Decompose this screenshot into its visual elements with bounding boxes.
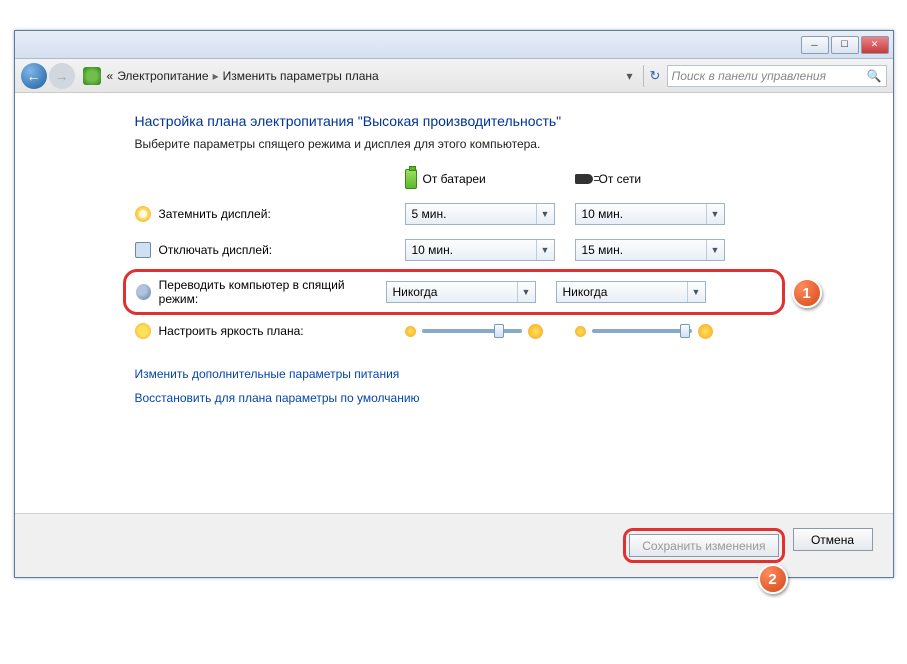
turn-off-display-plugged-dropdown[interactable]: 15 мин.▼	[575, 239, 725, 261]
sleep-label: Переводить компьютер в спящий режим:	[136, 278, 376, 306]
brightness-battery-slider[interactable]	[405, 324, 565, 339]
control-panel-window: ─ ☐ ✕ ← → « Электропитание ▸ Изменить па…	[14, 30, 894, 578]
navigation-bar: ← → « Электропитание ▸ Изменить параметр…	[15, 59, 893, 93]
dim-display-label: Затемнить дисплей:	[135, 206, 395, 222]
battery-icon	[405, 169, 417, 189]
advanced-settings-link[interactable]: Изменить дополнительные параметры питани…	[135, 367, 773, 381]
close-button[interactable]: ✕	[861, 36, 889, 54]
sun-icon	[135, 323, 151, 339]
dim-icon	[135, 206, 151, 222]
chevron-down-icon: ▼	[687, 282, 705, 302]
minimize-button[interactable]: ─	[801, 36, 829, 54]
sun-low-icon	[575, 326, 586, 337]
links-section: Изменить дополнительные параметры питани…	[135, 367, 773, 405]
titlebar: ─ ☐ ✕	[15, 31, 893, 59]
chevron-down-icon: ▼	[517, 282, 535, 302]
turn-off-display-label: Отключать дисплей:	[135, 242, 395, 258]
dim-display-battery-dropdown[interactable]: 5 мин.▼	[405, 203, 555, 225]
breadcrumb-item[interactable]: Изменить параметры плана	[223, 69, 379, 83]
sun-high-icon	[698, 324, 713, 339]
breadcrumb: « Электропитание ▸ Изменить параметры пл…	[107, 69, 379, 83]
dim-display-plugged-dropdown[interactable]: 10 мин.▼	[575, 203, 725, 225]
save-button[interactable]: Сохранить изменения	[629, 534, 778, 557]
moon-icon	[136, 284, 151, 300]
address-bar[interactable]: « Электропитание ▸ Изменить параметры пл…	[83, 67, 637, 85]
footer-bar: Сохранить изменения 2 Отмена	[15, 513, 893, 577]
sun-low-icon	[405, 326, 416, 337]
callout-2: 2	[758, 564, 788, 594]
content-area: Настройка плана электропитания "Высокая …	[15, 93, 893, 513]
column-header-battery: От батареи	[405, 169, 565, 189]
callout-1: 1	[792, 278, 822, 308]
brightness-label: Настроить яркость плана:	[135, 323, 395, 339]
chevron-down-icon: ▼	[536, 204, 554, 224]
sleep-row-highlight: Переводить компьютер в спящий режим: Ник…	[123, 269, 785, 315]
brightness-plugged-slider[interactable]	[575, 324, 735, 339]
chevron-down-icon: ▼	[536, 240, 554, 260]
back-button[interactable]: ←	[21, 63, 47, 89]
page-subtitle: Выберите параметры спящего режима и дисп…	[135, 137, 773, 151]
address-dropdown[interactable]: ▾	[622, 69, 636, 83]
restore-defaults-link[interactable]: Восстановить для плана параметры по умол…	[135, 391, 773, 405]
column-header-plugged: От сети	[575, 172, 735, 186]
sleep-battery-dropdown[interactable]: Никогда▼	[386, 281, 536, 303]
save-button-highlight: Сохранить изменения 2	[623, 528, 784, 563]
monitor-off-icon	[135, 242, 151, 258]
breadcrumb-item[interactable]: Электропитание	[117, 69, 208, 83]
search-icon: 🔍	[867, 69, 882, 83]
maximize-button[interactable]: ☐	[831, 36, 859, 54]
chevron-down-icon: ▼	[706, 240, 724, 260]
search-input[interactable]: Поиск в панели управления 🔍	[667, 65, 887, 87]
chevron-down-icon: ▼	[706, 204, 724, 224]
turn-off-display-battery-dropdown[interactable]: 10 мин.▼	[405, 239, 555, 261]
power-icon	[83, 67, 101, 85]
forward-button[interactable]: →	[49, 63, 75, 89]
refresh-button[interactable]: ↻	[643, 65, 667, 87]
cancel-button[interactable]: Отмена	[793, 528, 873, 551]
plug-icon	[575, 174, 593, 184]
page-title: Настройка плана электропитания "Высокая …	[135, 113, 773, 129]
settings-grid: От батареи От сети Затемнить дисплей: 5 …	[135, 169, 773, 261]
brightness-row: Настроить яркость плана:	[135, 323, 773, 339]
sun-high-icon	[528, 324, 543, 339]
sleep-plugged-dropdown[interactable]: Никогда▼	[556, 281, 706, 303]
